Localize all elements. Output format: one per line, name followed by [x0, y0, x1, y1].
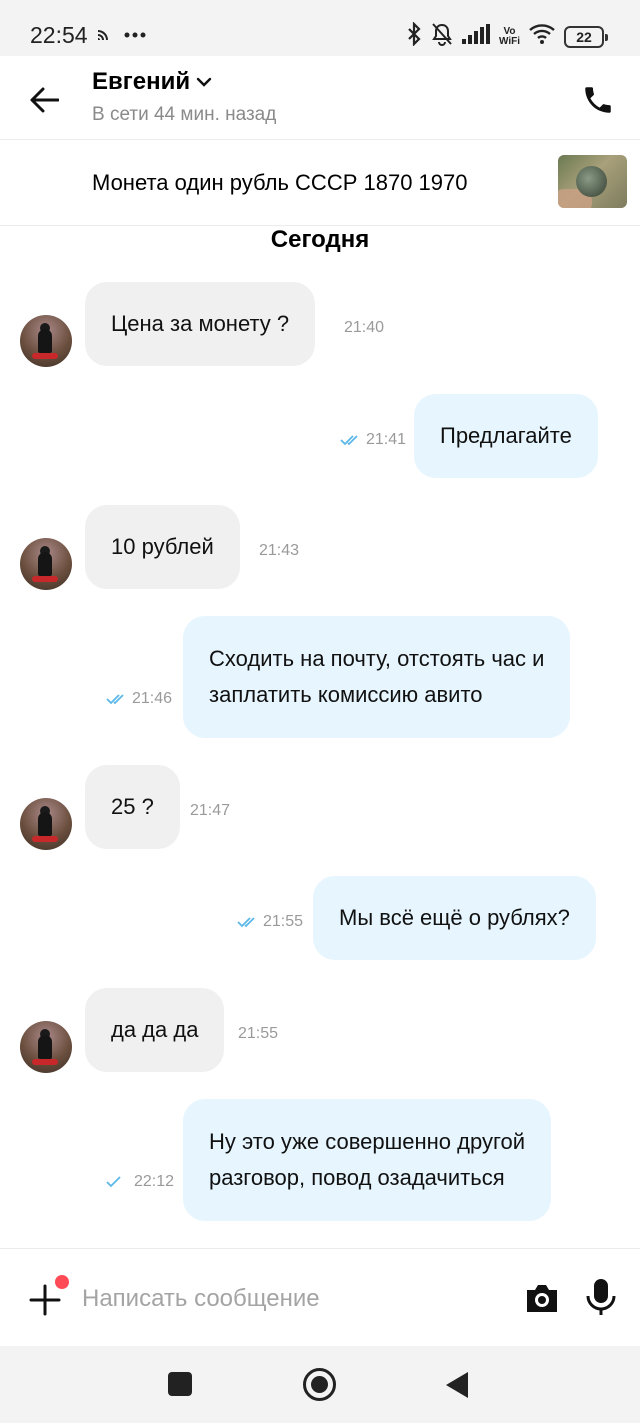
message-input[interactable]	[82, 1277, 502, 1321]
attach-button[interactable]	[28, 1275, 69, 1317]
chevron-down-icon	[196, 77, 212, 87]
message-time: 22:12	[106, 1173, 174, 1191]
system-nav-bar	[0, 1346, 640, 1423]
call-button[interactable]	[578, 80, 618, 120]
wifi-icon	[529, 24, 555, 49]
camera-button[interactable]	[524, 1281, 560, 1315]
message-time: 21:43	[259, 542, 300, 559]
listing-title: Монета один рубль СССР 1870 1970	[92, 170, 468, 195]
message-time: 21:55	[238, 1025, 279, 1042]
microphone-button[interactable]	[584, 1277, 618, 1317]
message-text: 25 ?	[111, 794, 154, 819]
listing-card[interactable]: Монета один рубль СССР 1870 1970	[0, 140, 640, 226]
battery-icon: 22	[564, 25, 608, 48]
status-time: 22:54	[30, 22, 88, 48]
chat-header: Евгений В сети 44 мин. назад	[0, 56, 640, 140]
mute-bell-icon	[431, 22, 453, 51]
message-bubble-outgoing[interactable]: Ну это уже совершенно другой разговор, п…	[183, 1099, 552, 1221]
cast-icon	[96, 24, 114, 45]
message-bubble-outgoing[interactable]: Мы всё ещё о рублях?	[313, 876, 596, 960]
microphone-icon	[586, 1279, 616, 1315]
contact-info[interactable]: Евгений В сети 44 мин. назад	[92, 68, 276, 126]
contact-status: В сети 44 мин. назад	[92, 104, 277, 125]
message-text: Мы всё ещё о рублях?	[339, 905, 570, 930]
message-list[interactable]: Сегодня Цена за монету ? 21:40 21:41 Пре…	[0, 226, 640, 1248]
date-separator: Сегодня	[270, 226, 370, 253]
message-bubble-incoming[interactable]: Цена за монету ?	[85, 282, 316, 366]
status-bar: 22:54 Vo WiFi 22	[0, 0, 640, 56]
message-bubble-incoming[interactable]: 10 рублей	[85, 505, 240, 589]
message-bubble-outgoing[interactable]: Предлагайте	[414, 394, 598, 478]
message-text: Предлагайте	[440, 423, 572, 448]
plus-icon	[29, 1284, 61, 1316]
camera-icon	[527, 1285, 557, 1312]
message-text-line: разговор, повод озадачиться	[209, 1165, 505, 1190]
listing-thumbnail	[558, 155, 627, 208]
message-text: Цена за монету ?	[111, 311, 290, 336]
system-back-button[interactable]	[446, 1372, 468, 1398]
arrow-left-icon	[30, 87, 59, 113]
message-text: 10 рублей	[111, 534, 214, 559]
message-text: да да да	[111, 1017, 199, 1042]
double-check-icon	[237, 916, 259, 928]
bluetooth-icon	[406, 21, 422, 51]
phone-icon	[585, 87, 611, 113]
contact-name: Евгений	[92, 68, 191, 95]
avatar[interactable]	[20, 1021, 72, 1073]
double-check-icon	[106, 693, 128, 705]
vowifi-icon: Vo WiFi	[498, 25, 520, 47]
message-composer	[0, 1248, 640, 1346]
message-time: 21:46	[106, 690, 172, 708]
signal-icon	[461, 24, 490, 49]
message-time: 21:40	[344, 319, 385, 336]
single-check-icon	[106, 1176, 122, 1188]
home-button[interactable]	[303, 1368, 336, 1401]
message-time: 21:47	[190, 802, 231, 819]
notification-dot	[55, 1275, 69, 1289]
message-bubble-incoming[interactable]: да да да	[85, 988, 225, 1072]
message-time: 21:55	[237, 913, 303, 931]
avatar[interactable]	[20, 538, 72, 590]
recent-apps-button[interactable]	[168, 1372, 192, 1396]
message-bubble-incoming[interactable]: 25 ?	[85, 765, 180, 849]
message-text-line: заплатить комиссию авито	[209, 682, 483, 707]
message-bubble-outgoing[interactable]: Сходить на почту, отстоять час и заплати…	[183, 616, 571, 738]
message-text-line: Сходить на почту, отстоять час и	[209, 646, 545, 671]
double-check-icon	[340, 434, 362, 446]
message-text-line: Ну это уже совершенно другой	[209, 1129, 526, 1154]
more-dots-icon	[124, 26, 146, 44]
message-time: 21:41	[340, 431, 406, 449]
avatar[interactable]	[20, 798, 72, 850]
back-button[interactable]	[26, 82, 62, 118]
avatar[interactable]	[20, 315, 72, 367]
